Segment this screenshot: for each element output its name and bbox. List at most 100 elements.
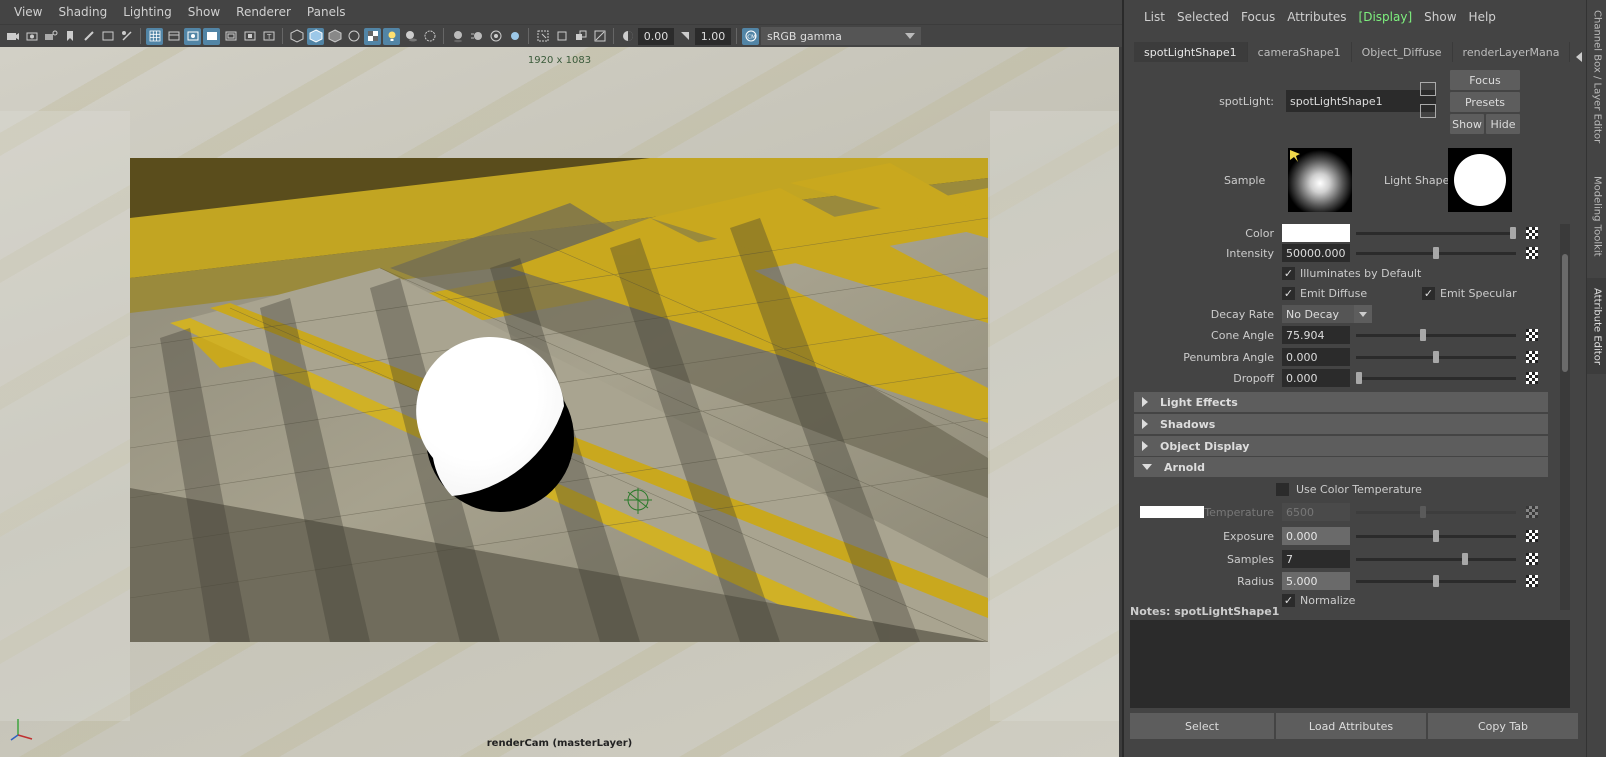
safe-action-icon[interactable] bbox=[241, 28, 258, 45]
illuminates-checkbox[interactable]: ✓ bbox=[1282, 267, 1295, 280]
color-slider[interactable] bbox=[1356, 227, 1516, 239]
view-transform-dropdown[interactable]: sRGB gamma bbox=[761, 27, 921, 45]
copy-tab-button[interactable]: Copy Tab bbox=[1428, 713, 1578, 739]
gamma-field[interactable]: 1.00 bbox=[695, 27, 731, 45]
samples-slider[interactable] bbox=[1356, 553, 1516, 565]
image-plane-icon[interactable] bbox=[99, 28, 116, 45]
ae-menu-help[interactable]: Help bbox=[1463, 10, 1502, 24]
menu-renderer[interactable]: Renderer bbox=[228, 5, 299, 19]
arnold-exposure-slider[interactable] bbox=[1356, 530, 1516, 542]
menu-view[interactable]: View bbox=[6, 5, 50, 19]
radius-field[interactable]: 5.000 bbox=[1282, 572, 1350, 590]
motion-blur-icon[interactable] bbox=[468, 28, 485, 45]
arnold-exposure-field[interactable]: 0.000 bbox=[1282, 527, 1350, 545]
section-light-effects[interactable]: Light Effects bbox=[1134, 392, 1548, 412]
grid-icon[interactable] bbox=[146, 27, 163, 45]
hide-button[interactable]: Hide bbox=[1486, 114, 1520, 134]
tab-object-diffuse[interactable]: Object_Diffuse bbox=[1351, 42, 1453, 62]
textured-icon[interactable] bbox=[364, 27, 381, 45]
presets-button[interactable]: Presets bbox=[1450, 92, 1520, 112]
ae-menu-show[interactable]: Show bbox=[1418, 10, 1462, 24]
depth-of-field-icon[interactable] bbox=[506, 28, 523, 45]
grease-pencil-icon[interactable] bbox=[80, 28, 97, 45]
default-material-icon[interactable] bbox=[345, 28, 362, 45]
show-button[interactable]: Show bbox=[1450, 114, 1484, 134]
xray-components-icon[interactable] bbox=[572, 28, 589, 45]
scrollbar-thumb[interactable] bbox=[1562, 254, 1568, 372]
load-attributes-button[interactable]: Load Attributes bbox=[1276, 713, 1426, 739]
side-tab-channel-box[interactable]: Channel Box / Layer Editor bbox=[1587, 2, 1606, 152]
field-chart-icon[interactable] bbox=[222, 28, 239, 45]
select-button[interactable]: Select bbox=[1130, 713, 1274, 739]
exposure-field[interactable]: 0.00 bbox=[638, 27, 674, 45]
menu-panels[interactable]: Panels bbox=[299, 5, 354, 19]
shadows-icon[interactable] bbox=[402, 28, 419, 45]
radius-map-icon[interactable] bbox=[1526, 575, 1538, 587]
gamma-toggle-icon[interactable] bbox=[676, 28, 693, 45]
camera-attributes-icon[interactable] bbox=[23, 28, 40, 45]
arnold-exposure-map-icon[interactable] bbox=[1526, 530, 1538, 542]
tab-renderlayermanager[interactable]: renderLayerMana bbox=[1452, 42, 1571, 62]
penumbra-field[interactable]: 0.000 bbox=[1282, 348, 1350, 366]
dropoff-field[interactable]: 0.000 bbox=[1282, 369, 1350, 387]
smooth-shade-icon[interactable] bbox=[307, 27, 324, 45]
film-gate-icon[interactable] bbox=[165, 28, 182, 45]
use-color-temp-checkbox[interactable] bbox=[1276, 483, 1289, 496]
wireframe-icon[interactable] bbox=[288, 28, 305, 45]
attribute-scroll-area[interactable]: Color Intensity 50000.000 ✓ Illuminates … bbox=[1134, 224, 1572, 610]
section-object-display[interactable]: Object Display bbox=[1134, 436, 1548, 456]
use-all-lights-icon[interactable] bbox=[383, 27, 400, 45]
wireframe-on-shaded-icon[interactable] bbox=[326, 28, 343, 45]
cone-angle-field[interactable]: 75.904 bbox=[1282, 326, 1350, 344]
side-tab-attribute-editor[interactable]: Attribute Editor bbox=[1587, 278, 1606, 374]
exposure-toggle-icon[interactable] bbox=[619, 28, 636, 45]
tab-spotlightshape1[interactable]: spotLightShape1 bbox=[1134, 42, 1248, 62]
side-tab-modeling-toolkit[interactable]: Modeling Toolkit bbox=[1587, 168, 1606, 264]
tab-scroll-left-icon[interactable] bbox=[1576, 52, 1583, 62]
radius-slider[interactable] bbox=[1356, 575, 1516, 587]
cone-angle-slider[interactable] bbox=[1356, 329, 1516, 341]
menu-lighting[interactable]: Lighting bbox=[115, 5, 180, 19]
section-shadows[interactable]: Shadows bbox=[1134, 414, 1548, 434]
emit-diffuse-checkbox[interactable]: ✓ bbox=[1282, 287, 1295, 300]
emit-specular-checkbox[interactable]: ✓ bbox=[1422, 287, 1435, 300]
color-swatch[interactable] bbox=[1282, 224, 1350, 242]
ae-menu-list[interactable]: List bbox=[1138, 10, 1171, 24]
menu-shading[interactable]: Shading bbox=[50, 5, 115, 19]
attribute-scrollbar[interactable] bbox=[1560, 224, 1570, 610]
tab-camerashape1[interactable]: cameraShape1 bbox=[1247, 42, 1352, 62]
notes-textarea[interactable] bbox=[1130, 620, 1570, 708]
focus-button[interactable]: Focus bbox=[1450, 70, 1520, 90]
cone-angle-map-icon[interactable] bbox=[1526, 329, 1538, 341]
dropoff-map-icon[interactable] bbox=[1526, 372, 1538, 384]
ae-menu-selected[interactable]: Selected bbox=[1171, 10, 1235, 24]
samples-map-icon[interactable] bbox=[1526, 553, 1538, 565]
viewport-canvas[interactable]: 1920 x 1083 renderCam (masterLayer) bbox=[0, 47, 1119, 757]
samples-field[interactable]: 7 bbox=[1282, 550, 1350, 568]
isolate-select-icon[interactable] bbox=[534, 28, 551, 45]
menu-show[interactable]: Show bbox=[180, 5, 228, 19]
penumbra-slider[interactable] bbox=[1356, 351, 1516, 363]
backface-culling-icon[interactable] bbox=[591, 28, 608, 45]
xray-joints-icon[interactable] bbox=[553, 28, 570, 45]
camera-tumble-icon[interactable] bbox=[42, 28, 59, 45]
resolution-gate-icon[interactable] bbox=[184, 27, 201, 45]
ae-menu-display[interactable]: [Display] bbox=[1353, 10, 1419, 24]
2d-pan-zoom-icon[interactable] bbox=[118, 28, 135, 45]
section-arnold[interactable]: Arnold bbox=[1134, 457, 1548, 477]
intensity-field[interactable]: 50000.000 bbox=[1282, 244, 1350, 262]
decay-rate-dropdown[interactable]: No Decay bbox=[1282, 305, 1372, 323]
ae-menu-focus[interactable]: Focus bbox=[1235, 10, 1281, 24]
color-management-icon[interactable]: CM bbox=[742, 27, 759, 45]
output-connections-icon[interactable] bbox=[1420, 104, 1436, 118]
color-map-icon[interactable] bbox=[1526, 227, 1538, 239]
node-name-field[interactable] bbox=[1286, 90, 1436, 112]
gate-mask-icon[interactable] bbox=[203, 27, 220, 45]
penumbra-map-icon[interactable] bbox=[1526, 351, 1538, 363]
normalize-checkbox[interactable]: ✓ bbox=[1282, 594, 1295, 607]
screen-space-ao-icon[interactable] bbox=[449, 28, 466, 45]
select-camera-icon[interactable] bbox=[4, 28, 21, 45]
intensity-map-icon[interactable] bbox=[1526, 247, 1538, 259]
dropoff-slider[interactable] bbox=[1356, 372, 1516, 384]
input-connections-icon[interactable] bbox=[1420, 82, 1436, 96]
